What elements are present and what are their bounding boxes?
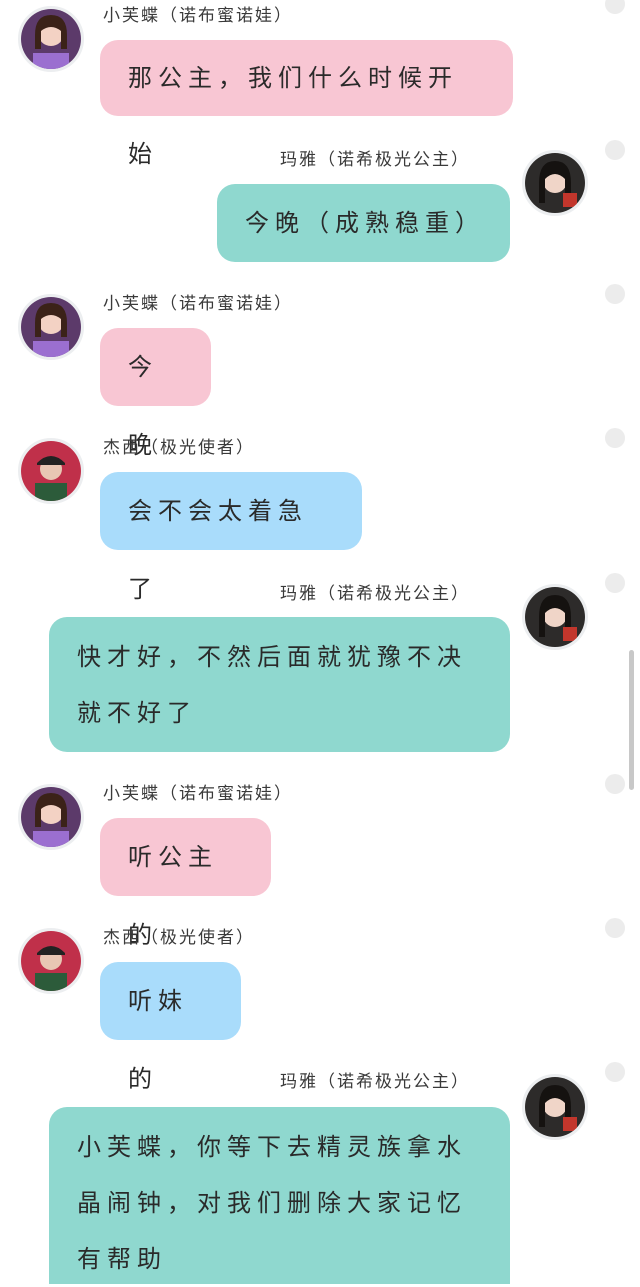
message-indicator-dot	[605, 0, 625, 14]
sender-name: 小芙蝶（诺布蜜诺娃）	[103, 294, 293, 314]
message-indicator-dot	[605, 573, 625, 593]
girl-purple-avatar-icon[interactable]	[18, 294, 84, 360]
sender-name: 玛雅（诺希极光公主）	[280, 584, 470, 604]
message-bubble[interactable]: 快才好，不然后面就犹豫不决 就不好了	[49, 617, 510, 752]
message-bubble[interactable]: 今晚	[100, 328, 211, 459]
boy-cap-avatar-icon[interactable]	[18, 438, 84, 504]
sender-name: 玛雅（诺希极光公主）	[280, 150, 470, 170]
sender-name: 杰西（极光使者）	[103, 928, 255, 948]
sender-name: 小芙蝶（诺布蜜诺娃）	[103, 6, 293, 26]
message-indicator-dot	[605, 774, 625, 794]
boy-cap-avatar-icon[interactable]	[18, 928, 84, 994]
message-bubble[interactable]: 听公主的	[100, 818, 271, 949]
girl-purple-avatar-icon[interactable]	[18, 6, 84, 72]
message-bubble[interactable]: 听妹的	[100, 962, 241, 1093]
message-bubble[interactable]: 小芙蝶，你等下去精灵族拿水 晶闹钟，对我们删除大家记忆 有帮助	[49, 1107, 510, 1284]
message-indicator-dot	[605, 428, 625, 448]
girl-dark-hair-avatar-icon[interactable]	[522, 150, 588, 216]
sender-name: 小芙蝶（诺布蜜诺娃）	[103, 784, 293, 804]
girl-dark-hair-avatar-icon[interactable]	[522, 584, 588, 650]
message-bubble[interactable]: 那公主，我们什么时候开始	[100, 40, 513, 168]
message-bubble[interactable]: 今晚（成熟稳重）	[217, 184, 510, 262]
message-indicator-dot	[605, 140, 625, 160]
message-indicator-dot	[605, 284, 625, 304]
message-indicator-dot	[605, 1062, 625, 1082]
girl-dark-hair-avatar-icon[interactable]	[522, 1074, 588, 1140]
message-indicator-dot	[605, 918, 625, 938]
message-bubble[interactable]: 会不会太着急了	[100, 472, 362, 603]
scrollbar[interactable]	[629, 650, 634, 790]
girl-purple-avatar-icon[interactable]	[18, 784, 84, 850]
sender-name: 杰西（极光使者）	[103, 438, 255, 458]
sender-name: 玛雅（诺希极光公主）	[280, 1072, 470, 1092]
